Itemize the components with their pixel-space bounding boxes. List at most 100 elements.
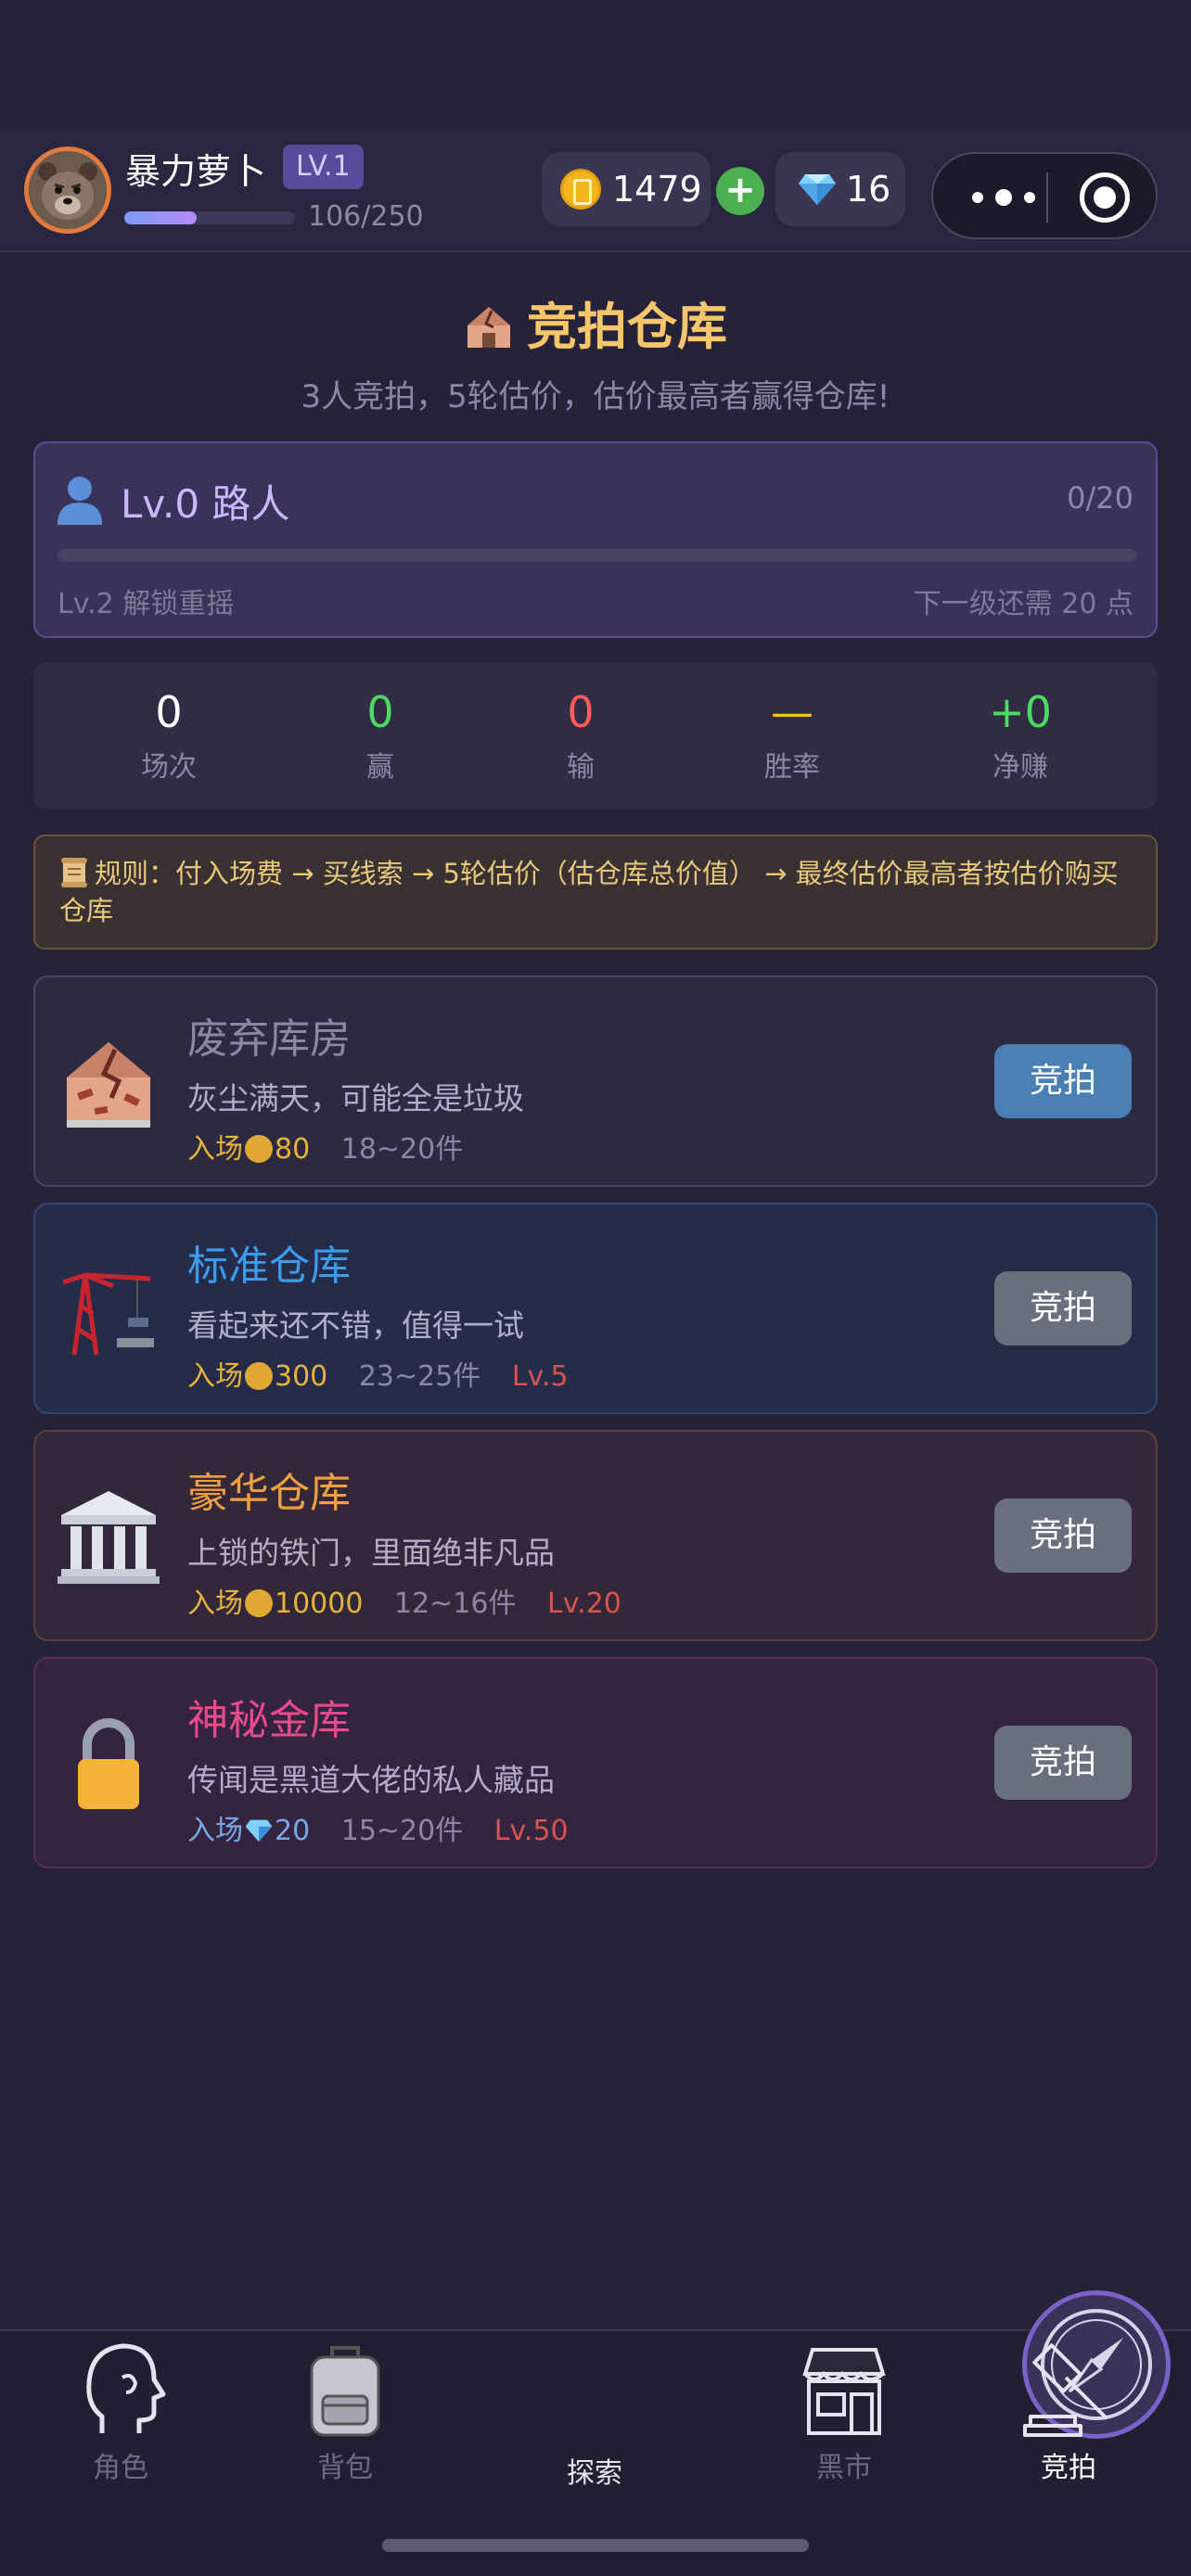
- stat-wins: 0 赢: [288, 686, 473, 784]
- nav-tab-auction[interactable]: 竞拍: [976, 2337, 1161, 2485]
- abandoned-house-icon: [467, 307, 510, 348]
- warehouse-name: 标准仓库: [187, 1243, 351, 1290]
- avatar[interactable]: [24, 147, 111, 234]
- stat-label: 输: [567, 751, 595, 784]
- stat-label: 场次: [141, 751, 197, 784]
- stat-value: 0: [567, 687, 595, 737]
- rank-title: Lv.0 路人: [121, 481, 290, 527]
- entry-fee-label: 入场: [187, 1815, 243, 1847]
- warehouse-description: 灰尘满天，可能全是垃圾: [187, 1080, 524, 1116]
- item-count: 23~25件: [358, 1360, 481, 1393]
- bid-button[interactable]: 竞拍: [994, 1044, 1132, 1118]
- capsule-divider: [1046, 172, 1048, 223]
- entry-fee-value: 300: [275, 1360, 328, 1393]
- warehouse-card-abandoned[interactable]: 废弃库房 灰尘满天，可能全是垃圾 入场 80 18~20件 竞拍: [33, 976, 1158, 1187]
- page-title: 竞拍仓库: [0, 286, 1191, 359]
- mini-program-capsule: [931, 152, 1158, 239]
- warehouse-card-mystery-vault[interactable]: 神秘金库 传闻是黑道大佬的私人藏品 入场 20 15~20件 Lv.50 竞拍: [33, 1657, 1158, 1868]
- stat-value: —: [771, 687, 813, 737]
- warehouse-name: 豪华仓库: [187, 1470, 351, 1517]
- nav-tab-black-market[interactable]: 黑市: [751, 2337, 937, 2485]
- required-level: Lv.5: [511, 1360, 569, 1393]
- bid-button[interactable]: 竞拍: [994, 1726, 1132, 1800]
- top-bar: 暴力萝卜 LV.1 106/250 1479 + 16: [0, 130, 1191, 252]
- abandoned-house-icon: [67, 1042, 150, 1128]
- shop-icon: [802, 2348, 886, 2435]
- stat-net-profit: +0 净赚: [928, 686, 1113, 784]
- xp-text: 106/250: [308, 200, 424, 233]
- rank-card: Lv.0 路人 0/20 Lv.2 解锁重摇 下一级还需 20 点: [33, 441, 1158, 638]
- classical-building-icon: [58, 1491, 160, 1584]
- stat-games: 0 场次: [76, 686, 262, 784]
- coin-balance[interactable]: 1479: [542, 152, 711, 226]
- bid-button[interactable]: 竞拍: [994, 1271, 1132, 1345]
- nav-label: 竞拍: [1041, 2452, 1096, 2484]
- nav-label: 探索: [567, 2457, 622, 2490]
- coin-icon: [245, 1362, 273, 1390]
- stat-value: 0: [155, 687, 183, 737]
- head-profile-icon: [86, 2343, 166, 2433]
- warehouse-meta: 入场 80 18~20件: [187, 1126, 485, 1167]
- level-badge: LV.1: [283, 145, 364, 189]
- nav-label: 角色: [93, 2452, 148, 2484]
- stat-label: 赢: [366, 751, 394, 784]
- nav-tab-character[interactable]: 角色: [28, 2337, 213, 2485]
- warehouse-card-luxury[interactable]: 豪华仓库 上锁的铁门，里面绝非凡品 入场 10000 12~16件 Lv.20 竞…: [33, 1430, 1158, 1641]
- person-icon: [58, 477, 102, 525]
- stat-value: +0: [989, 687, 1052, 737]
- rule-text: 规则：付入场费 → 买线索 → 5轮估价（估仓库总价值） → 最终估价最高者按估…: [59, 858, 1119, 926]
- warehouse-name: 神秘金库: [187, 1697, 351, 1744]
- warehouse-meta: 入场 20 15~20件 Lv.50: [187, 1807, 591, 1848]
- nav-label: 背包: [317, 2452, 373, 2484]
- stats-card: 0 场次 0 赢 0 输 — 胜率 +0 净赚: [33, 662, 1158, 809]
- entry-fee-value: 10000: [275, 1588, 364, 1620]
- entry-fee-value: 80: [275, 1133, 311, 1166]
- stat-losses: 0 输: [488, 686, 673, 784]
- rank-unlock-hint: Lv.2 解锁重摇: [58, 588, 235, 620]
- entry-fee: 入场 20: [187, 1815, 310, 1847]
- item-count: 12~16件: [393, 1588, 517, 1620]
- entry-fee-value: 20: [275, 1815, 311, 1847]
- warehouse-meta: 入场 300 23~25件 Lv.5: [187, 1353, 591, 1394]
- rank-progress-text: 0/20: [1067, 480, 1133, 516]
- stat-label: 胜率: [764, 751, 820, 784]
- entry-fee: 入场 300: [187, 1360, 327, 1393]
- entry-fee-label: 入场: [187, 1588, 243, 1620]
- warehouse-description: 传闻是黑道大佬的私人藏品: [187, 1762, 555, 1798]
- gem-value: 16: [846, 169, 891, 210]
- scroll-icon: [61, 858, 87, 887]
- diamond-icon: [799, 174, 836, 205]
- entry-fee-label: 入场: [187, 1360, 243, 1393]
- diamond-icon: [245, 1819, 273, 1843]
- stat-value: 0: [366, 687, 394, 737]
- item-count: 18~20件: [340, 1133, 464, 1166]
- backpack-icon: [310, 2346, 380, 2437]
- xp-progress-fill: [124, 211, 198, 224]
- rule-banner: 规则：付入场费 → 买线索 → 5轮估价（估仓库总价值） → 最终估价最高者按估…: [33, 835, 1158, 950]
- required-level: Lv.20: [547, 1588, 621, 1620]
- lock-icon: [78, 1718, 139, 1809]
- warehouse-card-standard[interactable]: 标准仓库 看起来还不错，值得一试 入场 300 23~25件 Lv.5 竞拍: [33, 1203, 1158, 1414]
- bid-button[interactable]: 竞拍: [994, 1498, 1132, 1573]
- coin-icon: [245, 1135, 273, 1163]
- more-dots-icon[interactable]: [967, 182, 1041, 213]
- warehouse-name: 废弃库房: [187, 1015, 351, 1063]
- home-indicator: [382, 2539, 809, 2552]
- coin-icon: [245, 1589, 273, 1617]
- warehouse-description: 上锁的铁门，里面绝非凡品: [187, 1535, 555, 1571]
- nav-label: 黑市: [816, 2452, 872, 2484]
- warehouse-description: 看起来还不错，值得一试: [187, 1307, 524, 1344]
- nav-tab-backpack[interactable]: 背包: [252, 2337, 438, 2485]
- crane-icon: [62, 1272, 154, 1356]
- xp-progress-bar: [124, 211, 295, 224]
- stat-win-rate: — 胜率: [699, 686, 885, 784]
- stat-label: 净赚: [992, 751, 1048, 784]
- required-level: Lv.50: [493, 1815, 569, 1847]
- page-title-text: 竞拍仓库: [527, 298, 727, 356]
- gem-balance[interactable]: 16: [775, 152, 905, 226]
- close-mini-program-icon[interactable]: [1080, 172, 1130, 223]
- entry-fee-label: 入场: [187, 1133, 243, 1166]
- coin-value: 1479: [612, 169, 702, 210]
- coin-icon: [560, 169, 601, 210]
- add-coins-button[interactable]: +: [716, 167, 764, 215]
